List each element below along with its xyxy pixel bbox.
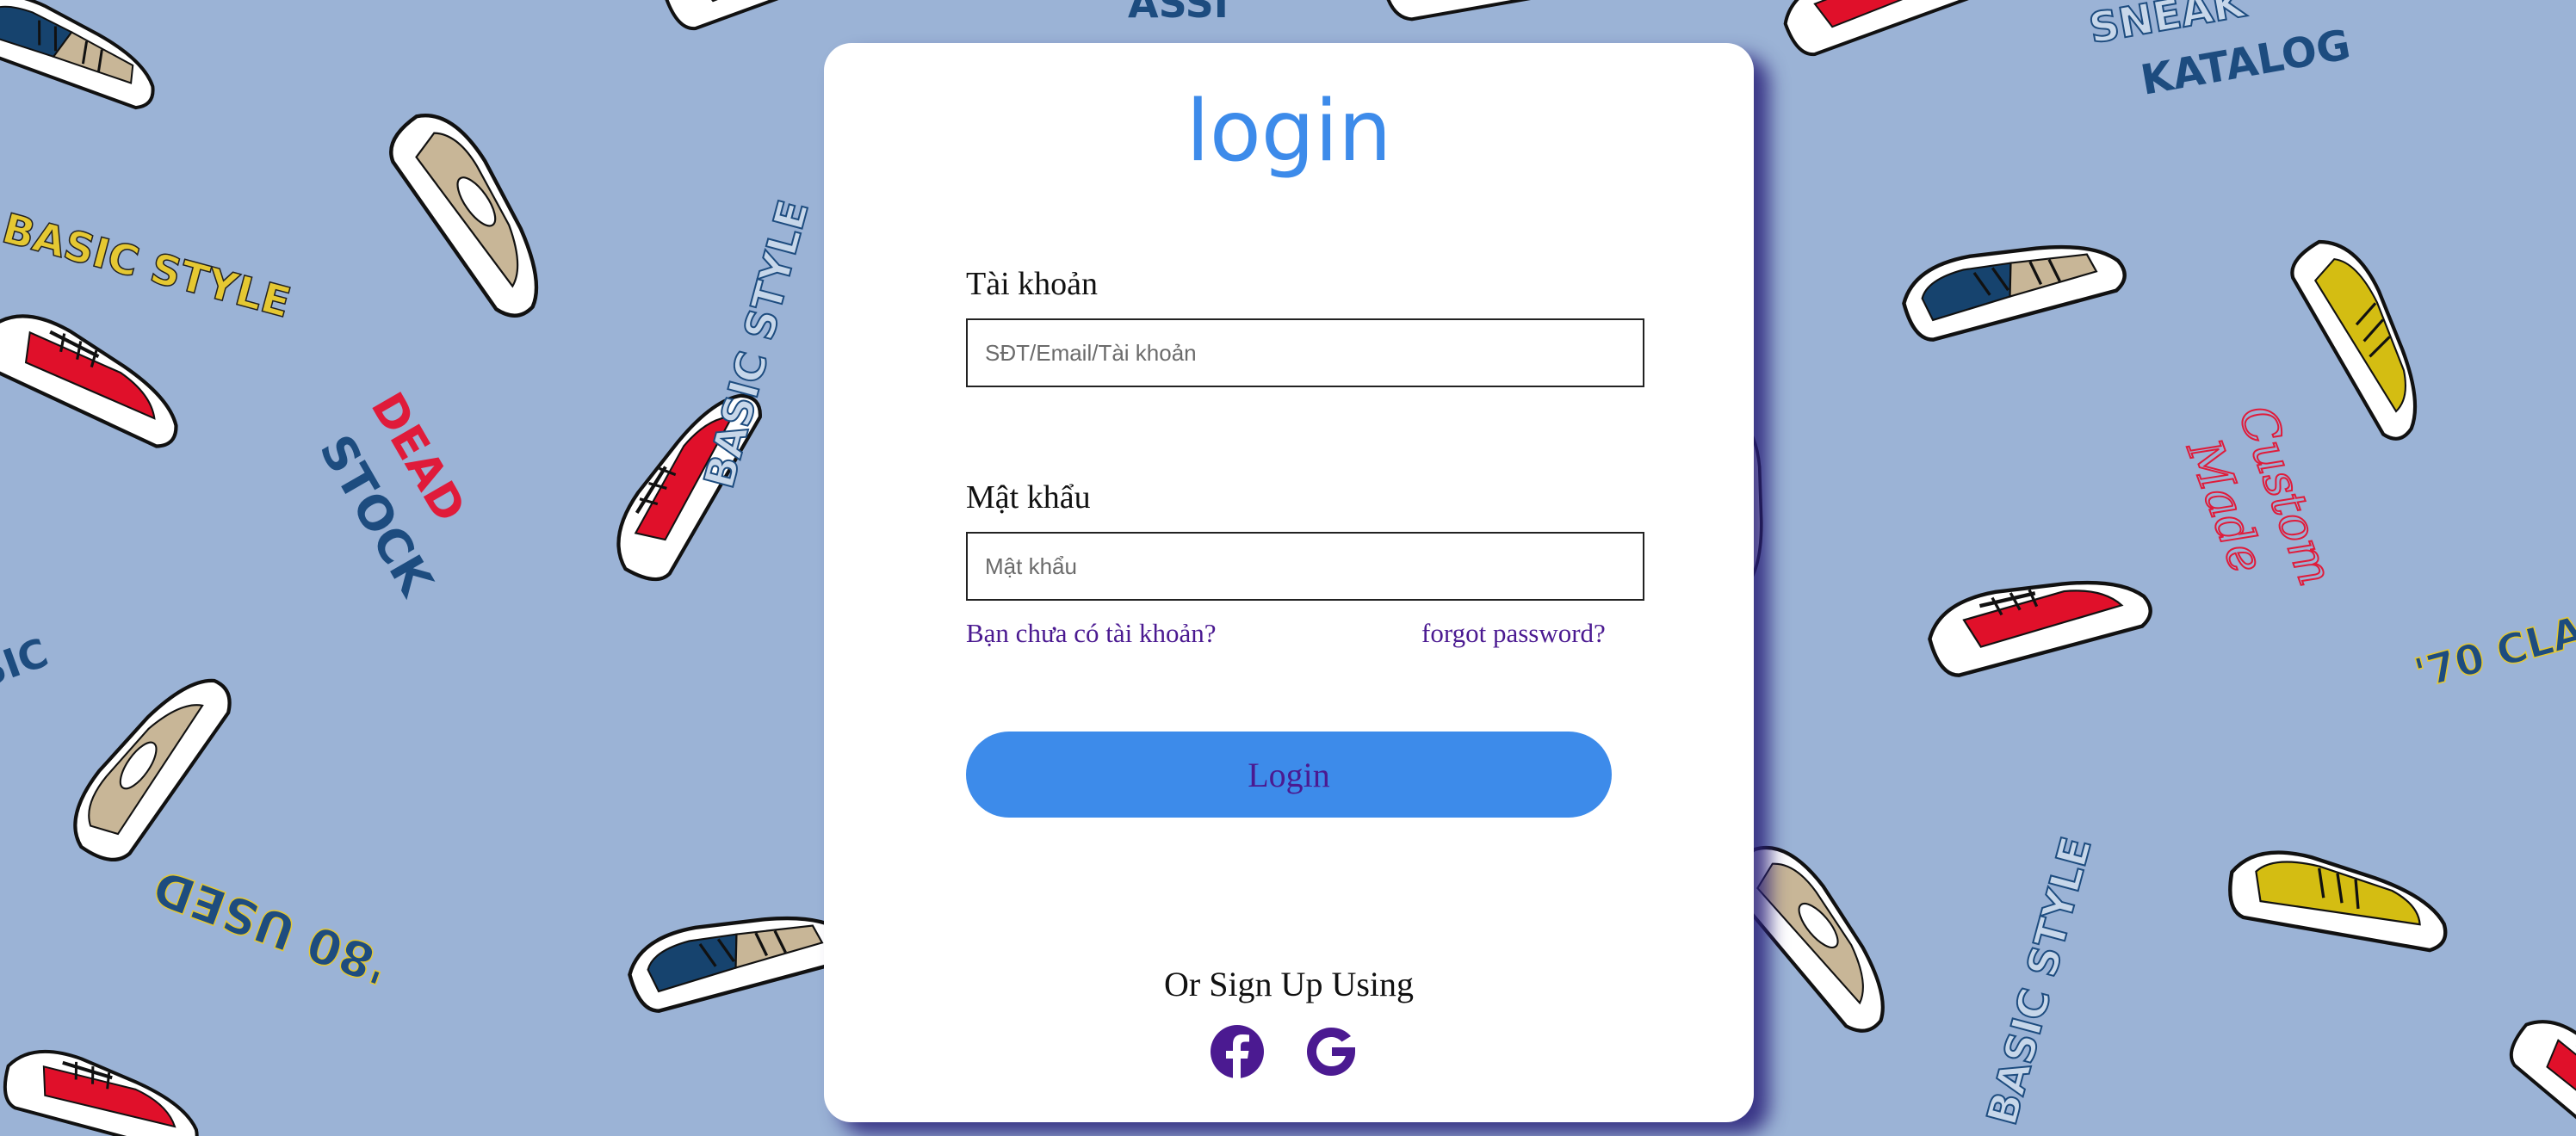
sticker-basic-style-3: BASIC STYLE [1978,832,2101,1130]
sticker-basic-style-1: BASIC STYLE [0,204,295,327]
password-label: Mật khẩu [966,479,1091,516]
login-button[interactable]: Login [966,732,1612,818]
alt-signup-text: Or Sign Up Using [1163,965,1415,1003]
account-label: Tài khoản [966,266,1099,302]
sticker-80-used: '80 USED [146,858,396,995]
login-title: login [1186,83,1392,181]
google-icon[interactable] [1303,1024,1359,1079]
facebook-icon[interactable] [1210,1024,1265,1079]
sticker-70-class: '70 CLASS [2410,592,2576,698]
sticker-assi: ASSI [1128,0,1229,27]
signup-link[interactable]: Bạn chưa có tài khoản? [966,618,1217,649]
account-input[interactable] [966,318,1644,387]
forgot-password-link[interactable]: forgot password? [1421,618,1606,649]
sticker-sic: SIC [0,629,54,697]
password-input[interactable] [966,532,1644,601]
sticker-basic-style-2: BASIC STYLE [695,195,818,493]
login-card: login Tài khoản Mật khẩu Bạn chưa có tài… [824,43,1754,1122]
